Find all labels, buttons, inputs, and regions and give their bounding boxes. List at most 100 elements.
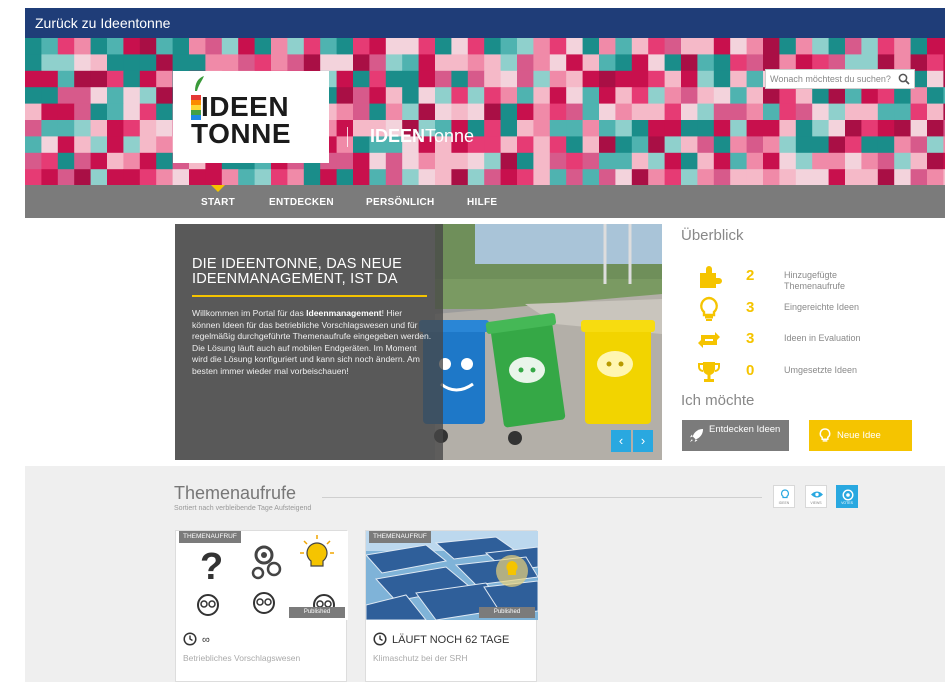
mosaic-tile [500,87,518,104]
overview-count: 3 [746,299,755,316]
mosaic-tile [451,169,469,185]
search-placeholder: Wonach möchtest du suchen? [770,74,891,84]
mosaic-tile [418,70,436,88]
mosaic-tile [828,103,846,121]
mosaic-tile [910,136,928,154]
sort-views-button[interactable]: VIEWS [805,485,827,508]
mosaic-tile [697,136,715,154]
mosaic-tile [533,54,551,72]
new-idea-button[interactable]: Neue Idee [809,420,912,451]
mosaic-tile [779,136,797,154]
mosaic-tile [894,169,911,185]
mosaic-tile [648,136,665,154]
mosaic-tile [435,103,452,121]
mosaic-tile [107,136,124,154]
search-icon[interactable] [898,73,910,85]
mosaic-tile [713,87,731,104]
mosaic-tile [549,120,567,137]
mosaic-tile [812,38,829,55]
mosaic-tile [582,87,600,104]
mosaic-tile [221,38,239,55]
mosaic-tile [697,87,715,104]
mosaic-tile [927,70,944,88]
mosaic-tile [189,38,206,55]
themen-card[interactable]: THEMENAUFRUF Published LÄUFT NOCH 62 TAG… [365,530,538,682]
mosaic-tile [156,87,173,104]
sort-views-label: VIEWS [810,501,822,505]
mosaic-tile [500,38,518,55]
cycle-arrows-icon [698,332,720,348]
mosaic-tile [57,152,75,170]
slider-prev-button[interactable]: ‹ [611,430,631,452]
overview-row-themenaufrufe[interactable]: 2 Hinzugefügte Themenaufrufe [690,264,930,291]
back-link[interactable]: Zurück zu Ideentonne [35,15,170,31]
mosaic-tile [385,54,403,72]
slider-next-button[interactable]: › [633,430,653,452]
nav-persoenlich[interactable]: PERSÖNLICH [366,197,435,208]
mosaic-tile [172,169,190,185]
sort-ideas-button[interactable]: IDEEN [773,485,795,508]
mosaic-tile [107,152,124,170]
mosaic-tile [435,54,452,72]
mosaic-tile [746,38,764,55]
mosaic-tile [779,38,797,55]
mosaic-tile [25,54,42,72]
mosaic-tile [681,136,698,154]
nav-start[interactable]: START [201,197,235,208]
hero-title: DIE IDEENTONNE, DAS NEUE IDEENMANAGEMENT… [192,256,402,287]
mosaic-tile [943,70,945,88]
mosaic-tile [631,103,649,121]
mosaic-tile [451,87,469,104]
mosaic-tile [927,120,944,137]
overview-row-evaluation[interactable]: 3 Ideen in Evaluation [690,327,930,353]
mosaic-tile [369,38,387,55]
explore-ideas-button[interactable]: Entdecken Ideen [682,420,789,451]
mosaic-tile [599,169,616,185]
card-time-value: LÄUFT NOCH 62 TAGE [392,634,510,646]
overview-row-eingereicht[interactable]: 3 Eingereichte Ideen [690,296,930,322]
mosaic-tile [943,87,945,104]
mosaic-tile [369,54,387,72]
mosaic-tile [877,120,895,137]
mosaic-tile [435,152,452,170]
nav-entdecken[interactable]: ENTDECKEN [269,197,334,208]
sort-votes-button[interactable]: VOTES [836,485,858,508]
card-badge: THEMENAUFRUF [179,531,241,543]
mosaic-tile [730,38,747,55]
mosaic-tile [927,136,944,154]
mosaic-tile [467,38,485,55]
main-nav: START ENTDECKEN PERSÖNLICH HILFE [25,185,945,218]
mosaic-tile [139,136,157,154]
mosaic-tile [877,169,895,185]
mosaic-tile [123,136,141,154]
mosaic-tile [894,136,911,154]
mosaic-tile [90,38,108,55]
mosaic-tile [90,87,108,104]
card-status: Published [479,607,535,618]
logo[interactable]: IDEEN TONNE [173,71,329,163]
mosaic-tile [713,152,731,170]
mosaic-tile [697,152,715,170]
nav-hilfe[interactable]: HILFE [467,197,497,208]
mosaic-tile [795,38,813,55]
mosaic-tile [320,38,337,55]
themen-card[interactable]: ? THEMENAUFRUF Published ∞ Betriebliches… [175,530,348,682]
mosaic-tile [533,38,551,55]
mosaic-tile [254,54,272,72]
mosaic-tile [90,120,108,137]
clock-icon [373,632,387,646]
mosaic-tile [402,152,419,170]
search-input[interactable]: Wonach möchtest du suchen? [765,69,915,89]
mosaic-tile [25,120,42,137]
mosaic-tile [713,54,731,72]
mosaic-tile [172,38,190,55]
mosaic-tile [549,38,567,55]
mosaic-tile [566,70,583,88]
mosaic-tile [795,169,813,185]
mosaic-tile [533,70,551,88]
mosaic-tile [648,152,665,170]
overview-row-umgesetzt[interactable]: 0 Umgesetzte Ideen [690,359,930,385]
mosaic-tile [648,120,665,137]
mosaic-tile [221,169,239,185]
lightbulb-icon [781,489,789,499]
